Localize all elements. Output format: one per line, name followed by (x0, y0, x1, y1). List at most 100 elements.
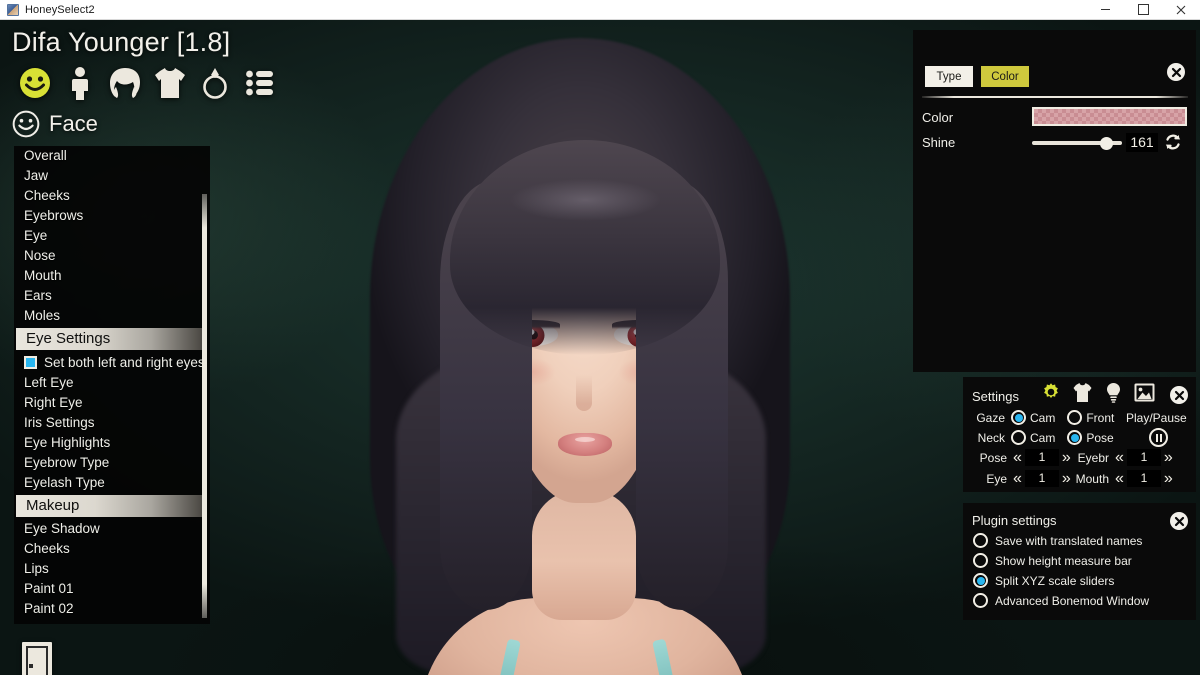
plugin-option-advanced-bonemod-window[interactable]: Advanced Bonemod Window (973, 593, 1149, 608)
stepper-eye-value[interactable]: 1 (1024, 470, 1059, 487)
lips-shine-reset-button[interactable] (1163, 132, 1183, 152)
plugin-panel-title: Plugin settings (972, 513, 1057, 528)
smiley-icon (12, 110, 40, 138)
lightbulb-icon (1106, 382, 1120, 403)
category-toolbar (12, 62, 282, 104)
neck-pose-radio[interactable] (1067, 430, 1083, 445)
clothes-icon (154, 68, 185, 98)
list-item[interactable]: Right Eye (14, 393, 210, 413)
stepper-pose-value[interactable]: 1 (1024, 449, 1059, 466)
exit-door-button[interactable] (22, 642, 52, 675)
face-nav-list[interactable]: Overall Jaw Cheeks Eyebrows Eye Nose Mou… (14, 146, 210, 624)
checkbox-box[interactable] (24, 356, 37, 369)
gear-icon (1044, 383, 1058, 398)
neck-cam-radio[interactable] (1011, 430, 1026, 445)
tab-color[interactable]: Color (981, 66, 1029, 87)
category-clothes-button[interactable] (147, 62, 192, 104)
maximize-button[interactable] (1124, 0, 1162, 20)
list-item[interactable]: Eyelash Type (14, 473, 210, 493)
stepper-eye: Eye « 1 » (973, 470, 1072, 487)
lips-shine-value[interactable]: 161 (1126, 133, 1158, 152)
list-item[interactable]: Eye (14, 226, 210, 246)
stepper-eyebrow-label: Eyebr (1077, 450, 1109, 465)
image-icon (1134, 383, 1154, 401)
lip-shine (575, 437, 595, 443)
category-list-button[interactable] (237, 62, 282, 104)
stepper-eyebrow-prev[interactable]: « (1114, 449, 1125, 466)
plugin-panel-close-button[interactable] (1170, 512, 1188, 530)
list-item[interactable]: Overall (14, 146, 210, 166)
nav-scrollbar-thumb[interactable] (202, 194, 207, 618)
section-title: Face (49, 111, 98, 136)
tab-type[interactable]: Type (925, 66, 973, 87)
list-section-header-eye-settings[interactable]: Eye Settings (16, 328, 204, 350)
category-hair-button[interactable] (102, 62, 147, 104)
radio-button[interactable] (973, 553, 988, 568)
list-item[interactable]: Cheeks (14, 539, 210, 559)
plugin-option-label: Advanced Bonemod Window (995, 593, 1150, 608)
settings-panel-close-button[interactable] (1170, 386, 1188, 404)
stepper-eyebrow-value[interactable]: 1 (1126, 449, 1161, 466)
gaze-label: Gaze (976, 410, 1005, 425)
radio-button[interactable] (973, 573, 988, 588)
plugin-option-save-translated-names[interactable]: Save with translated names (973, 533, 1149, 548)
list-item[interactable]: Mouth (14, 266, 210, 286)
list-item[interactable]: Paint 02 (14, 599, 210, 619)
section-header: Face (12, 110, 98, 138)
plugin-option-show-height-measure-bar[interactable]: Show height measure bar (973, 553, 1149, 568)
list-item[interactable]: Ears (14, 286, 210, 306)
close-window-button[interactable] (1162, 0, 1200, 20)
list-item[interactable]: Cheeks (14, 186, 210, 206)
stepper-pose-label: Pose (979, 450, 1007, 465)
close-icon (1174, 516, 1184, 526)
settings-lightbulb-button[interactable] (1102, 381, 1124, 403)
gaze-cam-radio[interactable] (1011, 410, 1026, 425)
list-item[interactable]: Eyebrows (14, 206, 210, 226)
lips-color-swatch[interactable] (1032, 107, 1187, 126)
plugin-option-split-xyz-scale-sliders[interactable]: Split XYZ scale sliders (973, 573, 1149, 588)
stepper-mouth-value[interactable]: 1 (1126, 470, 1161, 487)
lips-panel-close-button[interactable] (1167, 63, 1185, 81)
lips-shine-slider[interactable] (1032, 135, 1122, 151)
category-body-button[interactable] (57, 62, 102, 104)
list-item[interactable]: Eyebrow Type (14, 453, 210, 473)
list-item[interactable]: Iris Settings (14, 413, 210, 433)
list-item[interactable]: Eye Shadow (14, 519, 210, 539)
tab-divider (922, 96, 1188, 98)
category-face-button[interactable] (12, 62, 57, 104)
slider-handle[interactable] (1100, 137, 1113, 150)
list-section-header-makeup[interactable]: Makeup (16, 495, 204, 517)
list-item[interactable]: Moles (14, 306, 210, 326)
app-icon (7, 3, 19, 16)
list-item[interactable]: Jaw (14, 166, 210, 186)
nav-list-scroll: Overall Jaw Cheeks Eyebrows Eye Nose Mou… (14, 146, 210, 624)
minimize-button[interactable] (1086, 0, 1124, 20)
stepper-mouth-prev[interactable]: « (1114, 470, 1125, 487)
settings-clothes-button[interactable] (1071, 381, 1093, 403)
list-item[interactable]: Paint 01 (14, 579, 210, 599)
plugin-option-label: Split XYZ scale sliders (995, 573, 1115, 588)
settings-image-button[interactable] (1133, 381, 1155, 403)
neck (532, 490, 636, 620)
stepper-pose-prev[interactable]: « (1012, 449, 1023, 466)
plugin-option-label: Save with translated names (995, 533, 1143, 548)
settings-panel-title: Settings (972, 389, 1019, 404)
stepper-mouth-next[interactable]: » (1163, 470, 1174, 487)
radio-button[interactable] (973, 533, 988, 548)
list-item[interactable]: Nose (14, 246, 210, 266)
checkbox-set-both-eyes[interactable]: Set both left and right eyes (14, 352, 210, 373)
gaze-front-radio[interactable] (1067, 410, 1083, 425)
category-accessories-button[interactable] (192, 62, 237, 104)
ring-icon (202, 68, 227, 99)
list-item[interactable]: Left Eye (14, 373, 210, 393)
playpause-button[interactable] (1149, 428, 1168, 447)
stepper-eye-prev[interactable]: « (1012, 470, 1023, 487)
neck-radio-row: Neck Cam Pose (973, 430, 1126, 445)
stepper-eyebrow-next[interactable]: » (1163, 449, 1174, 466)
lips-tabs: Type Color (925, 66, 1029, 87)
list-item[interactable]: Lips (14, 559, 210, 579)
settings-gear-button[interactable] (1040, 381, 1062, 403)
door-icon (26, 646, 48, 675)
radio-button[interactable] (973, 593, 988, 608)
list-item[interactable]: Eye Highlights (14, 433, 210, 453)
